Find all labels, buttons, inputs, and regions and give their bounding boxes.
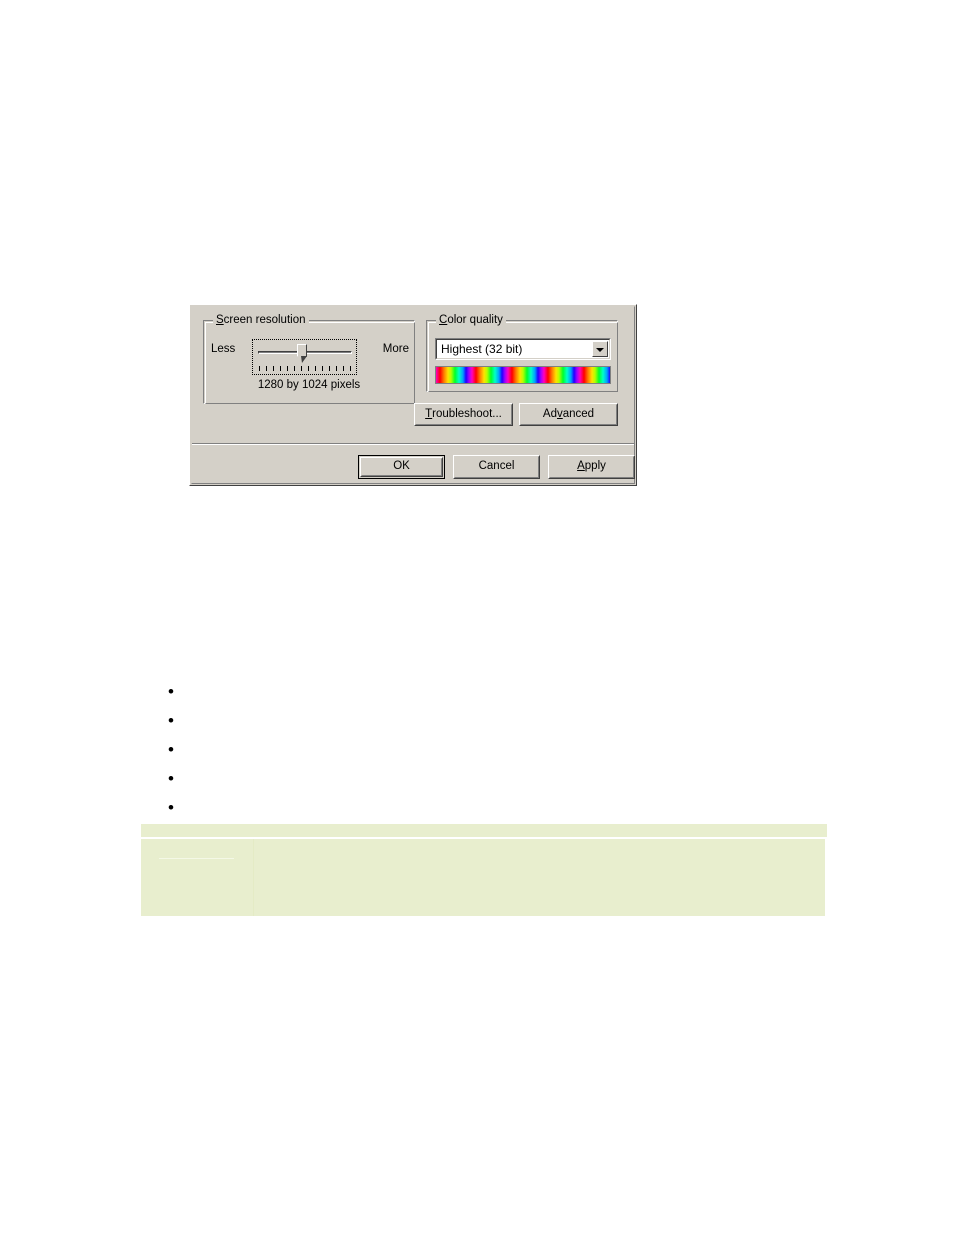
resolution-slider-row: Less More [211,339,409,377]
apply-accesskey: A [577,460,585,473]
cancel-button[interactable]: Cancel [453,455,540,479]
note-box-left-cell [141,839,253,916]
advanced-button[interactable]: Ad v anced [519,403,618,426]
footer-separator [192,443,634,445]
advanced-label-pre: Ad [542,407,557,420]
list-item [140,679,840,708]
slider-thumb[interactable] [297,344,307,364]
apply-button[interactable]: Apply [548,455,635,479]
color-quality-groupbox: Color quality Highest (32 bit) [426,314,618,392]
advanced-label-rest: anced [562,407,595,420]
color-quality-combobox[interactable]: Highest (32 bit) [435,338,611,360]
note-box-body [141,839,825,916]
color-quality-legend-rest: olor quality [447,314,503,326]
slider-thumb-tip-shadow [301,356,307,363]
ok-button[interactable]: OK [358,455,445,479]
screen-resolution-accesskey: S [216,314,224,326]
slider-more-label: More [382,343,409,355]
note-callout-box [141,824,827,916]
screen-resolution-legend: Screen resolution [213,314,309,327]
note-box-rule [159,858,234,859]
screen-resolution-groupbox: Screen resolution Less More 1280 by 1024… [203,314,415,404]
screen-resolution-legend-rest: creen resolution [223,314,306,326]
color-quality-legend: Color quality [436,314,506,327]
display-settings-dialog: Screen resolution Less More 1280 by 1024… [189,304,637,486]
advanced-button-label: Ad v anced [520,404,617,425]
apply-label-rest: pply [584,460,606,473]
troubleshoot-button-label: Troubleshoot... [415,404,512,425]
dialog-client-area: Screen resolution Less More 1280 by 1024… [191,306,635,484]
list-item [140,737,840,766]
troubleshoot-label-rest: roubleshoot... [432,407,502,420]
apply-button-label: Apply [549,456,634,478]
color-spectrum-gradient [436,367,610,383]
ok-button-label: OK [361,458,442,476]
list-item [140,708,840,737]
bullet-list [140,679,840,824]
slider-ticks [259,366,351,372]
color-quality-value: Highest (32 bit) [441,342,523,356]
note-box-header [141,824,827,837]
list-item [140,766,840,795]
chevron-down-icon[interactable] [592,341,608,357]
slider-less-label: Less [211,343,236,355]
resolution-value-caption: 1280 by 1024 pixels [257,379,361,391]
note-box-column-divider [253,839,254,916]
color-spectrum-preview [435,366,611,384]
list-item [140,795,840,824]
troubleshoot-accesskey: T [425,407,433,420]
cancel-button-label: Cancel [454,456,539,478]
troubleshoot-button[interactable]: Troubleshoot... [414,403,513,426]
resolution-slider[interactable] [252,339,357,375]
combobox-field[interactable]: Highest (32 bit) [436,339,610,359]
